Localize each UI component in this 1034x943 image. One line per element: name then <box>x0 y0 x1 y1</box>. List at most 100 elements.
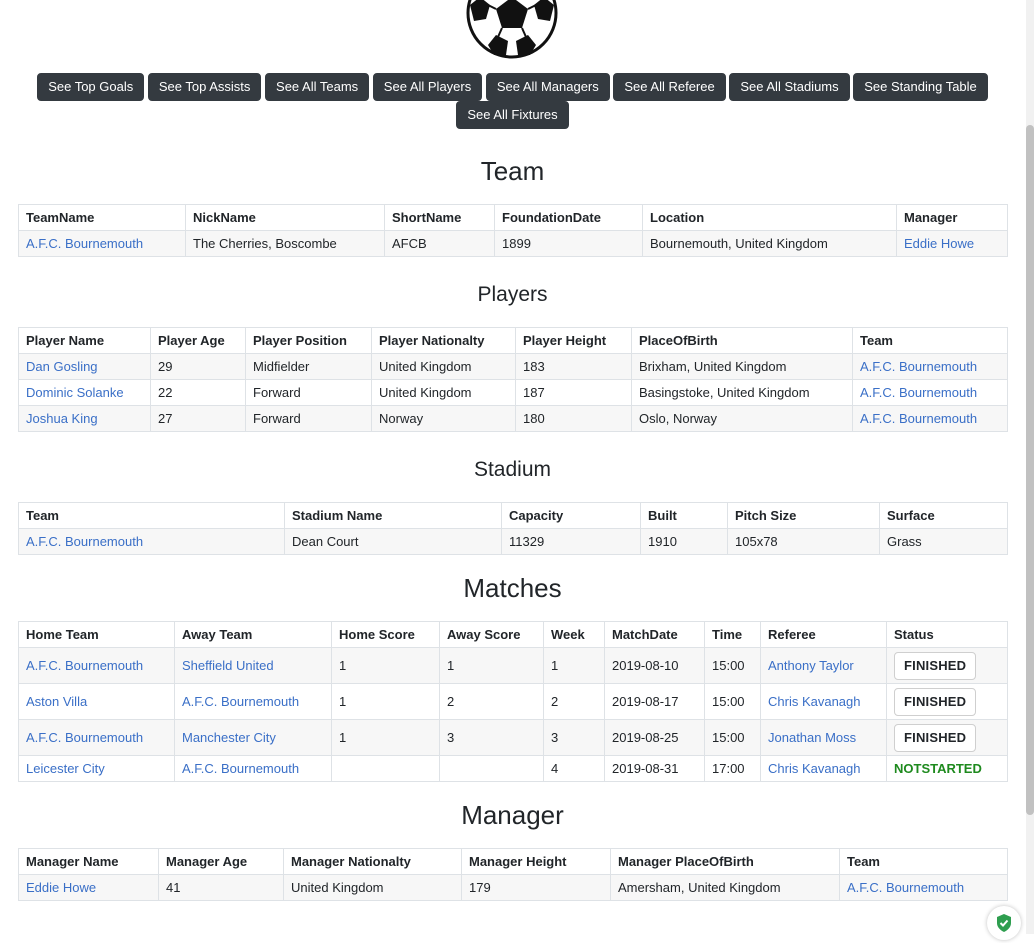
home-team-link[interactable]: Aston Villa <box>26 694 87 709</box>
status-notstarted-label: NOTSTARTED <box>894 761 982 776</box>
manager-height: 179 <box>461 874 611 901</box>
team-location: Bournemouth, United Kingdom <box>642 230 897 257</box>
stadium-table: Team Stadium Name Capacity Built Pitch S… <box>18 502 1008 555</box>
team-table: TeamName NickName ShortName FoundationDa… <box>18 204 1008 257</box>
header-team: Team <box>852 327 1008 354</box>
away-score <box>439 755 544 782</box>
header-surface: Surface <box>879 502 1008 529</box>
see-all-teams-button[interactable]: See All Teams <box>265 73 370 101</box>
home-score: 1 <box>331 683 440 720</box>
manager-table: Manager Name Manager Age Manager Nationa… <box>18 848 1008 901</box>
team-foundation-date: 1899 <box>494 230 643 257</box>
manager-team-link[interactable]: A.F.C. Bournemouth <box>847 880 964 895</box>
header-away-score: Away Score <box>439 621 544 648</box>
team-shortname: AFCB <box>384 230 495 257</box>
header-nickname: NickName <box>185 204 385 231</box>
player-position: Midfielder <box>245 353 372 380</box>
stadium-team-link[interactable]: A.F.C. Bournemouth <box>26 534 143 549</box>
header-stadium-name: Stadium Name <box>284 502 502 529</box>
player-nationality: United Kingdom <box>371 353 516 380</box>
player-height: 180 <box>515 405 632 432</box>
header-team: Team <box>839 848 1008 875</box>
team-manager-link[interactable]: Eddie Howe <box>904 236 974 251</box>
stadium-surface: Grass <box>879 528 1008 555</box>
see-all-players-button[interactable]: See All Players <box>372 73 483 101</box>
header-status: Status <box>886 621 1008 648</box>
week: 1 <box>543 647 605 684</box>
header-player-age: Player Age <box>150 327 246 354</box>
player-team-link[interactable]: A.F.C. Bournemouth <box>860 411 977 426</box>
manager-name-link[interactable]: Eddie Howe <box>26 880 96 895</box>
away-team-link[interactable]: Sheffield United <box>182 658 274 673</box>
manager-nationality: United Kingdom <box>283 874 462 901</box>
match-date: 2019-08-17 <box>604 683 705 720</box>
referee-link[interactable]: Jonathan Moss <box>768 730 856 745</box>
scrollbar-thumb[interactable] <box>1026 125 1034 815</box>
see-top-goals-button[interactable]: See Top Goals <box>37 73 145 101</box>
referee-link[interactable]: Chris Kavanagh <box>768 761 861 776</box>
player-age: 29 <box>150 353 246 380</box>
header-capacity: Capacity <box>501 502 641 529</box>
referee-link[interactable]: Chris Kavanagh <box>768 694 861 709</box>
away-score: 1 <box>439 647 544 684</box>
see-all-referee-button[interactable]: See All Referee <box>613 73 726 101</box>
header-team: Team <box>18 502 285 529</box>
status-finished-button[interactable]: FINISHED <box>894 723 977 752</box>
matches-section-title: Matches <box>463 573 562 603</box>
table-row: Aston Villa A.F.C. Bournemouth 1 2 2 201… <box>18 683 1008 720</box>
stadium-pitch-size: 105x78 <box>727 528 880 555</box>
header-player-name: Player Name <box>18 327 151 354</box>
stadium-capacity: 11329 <box>501 528 641 555</box>
player-name-link[interactable]: Dan Gosling <box>26 359 98 374</box>
header-shortname: ShortName <box>384 204 495 231</box>
header-manager: Manager <box>896 204 1008 231</box>
player-team-link[interactable]: A.F.C. Bournemouth <box>860 359 977 374</box>
referee-link[interactable]: Anthony Taylor <box>768 658 854 673</box>
home-team-link[interactable]: Leicester City <box>26 761 105 776</box>
match-date: 2019-08-31 <box>604 755 705 782</box>
header-manager-nationality: Manager Nationalty <box>283 848 462 875</box>
soccer-ball-logo <box>466 0 558 59</box>
away-team-link[interactable]: A.F.C. Bournemouth <box>182 761 299 776</box>
team-name-link[interactable]: A.F.C. Bournemouth <box>26 236 143 251</box>
table-row: Leicester City A.F.C. Bournemouth 4 2019… <box>18 755 1008 782</box>
header-player-position: Player Position <box>245 327 372 354</box>
vertical-scrollbar[interactable] <box>1026 0 1034 934</box>
see-all-managers-button[interactable]: See All Managers <box>485 73 610 101</box>
away-team-link[interactable]: Manchester City <box>182 730 276 745</box>
table-row: Dominic Solanke 22 Forward United Kingdo… <box>18 379 1008 406</box>
shield-check-icon <box>997 914 1011 932</box>
see-all-fixtures-button[interactable]: See All Fixtures <box>456 101 569 129</box>
header-pitch-size: Pitch Size <box>727 502 880 529</box>
header-manager-name: Manager Name <box>18 848 159 875</box>
week: 2 <box>543 683 605 720</box>
home-score: 1 <box>331 647 440 684</box>
manager-section-title: Manager <box>461 800 564 830</box>
header-referee: Referee <box>760 621 887 648</box>
home-team-link[interactable]: A.F.C. Bournemouth <box>26 730 143 745</box>
players-table-header: Player Name Player Age Player Position P… <box>18 327 1008 354</box>
see-all-stadiums-button[interactable]: See All Stadiums <box>729 73 850 101</box>
matches-table-header: Home Team Away Team Home Score Away Scor… <box>18 621 1008 648</box>
player-place-of-birth: Brixham, United Kingdom <box>631 353 853 380</box>
see-top-assists-button[interactable]: See Top Assists <box>147 73 262 101</box>
status-finished-button[interactable]: FINISHED <box>894 687 977 716</box>
week: 3 <box>543 719 605 756</box>
away-score: 3 <box>439 719 544 756</box>
manager-place-of-birth: Amersham, United Kingdom <box>610 874 840 901</box>
header-week: Week <box>543 621 605 648</box>
status-finished-button[interactable]: FINISHED <box>894 651 977 680</box>
team-nickname: The Cherries, Boscombe <box>185 230 385 257</box>
player-name-link[interactable]: Joshua King <box>26 411 98 426</box>
away-team-link[interactable]: A.F.C. Bournemouth <box>182 694 299 709</box>
security-shield-widget[interactable] <box>987 906 1021 940</box>
header-manager-height: Manager Height <box>461 848 611 875</box>
home-team-link[interactable]: A.F.C. Bournemouth <box>26 658 143 673</box>
player-nationality: Norway <box>371 405 516 432</box>
match-time: 15:00 <box>704 683 761 720</box>
player-name-link[interactable]: Dominic Solanke <box>26 385 124 400</box>
see-standing-table-button[interactable]: See Standing Table <box>853 73 988 101</box>
team-table-header: TeamName NickName ShortName FoundationDa… <box>18 204 1008 231</box>
home-score: 1 <box>331 719 440 756</box>
player-team-link[interactable]: A.F.C. Bournemouth <box>860 385 977 400</box>
